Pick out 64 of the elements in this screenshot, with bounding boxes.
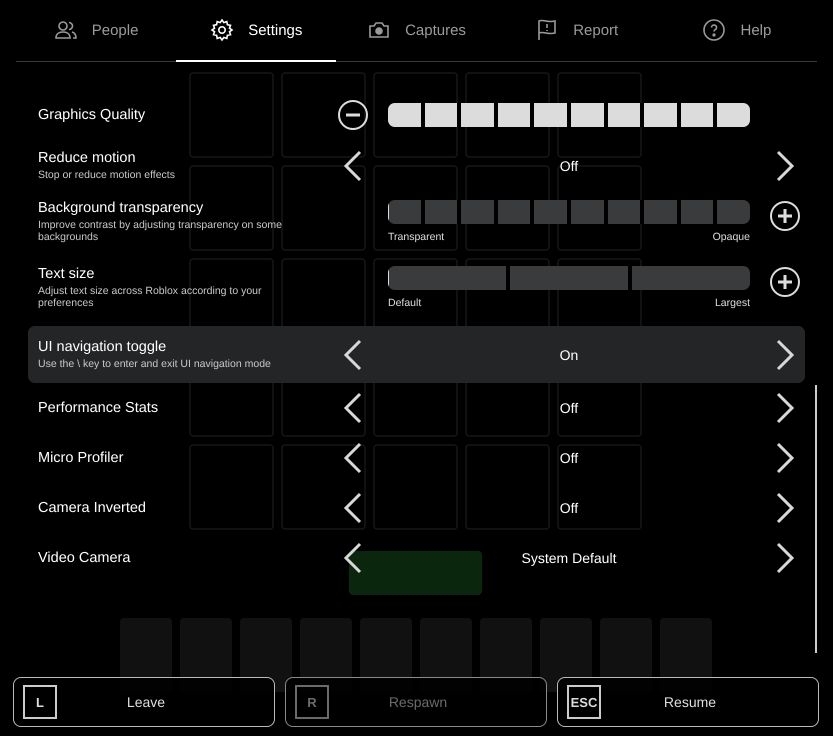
previous-button[interactable] — [342, 442, 364, 474]
increase-button[interactable] — [769, 266, 801, 298]
min-label: Default — [388, 297, 422, 309]
min-label: Transparent — [388, 231, 444, 243]
setting-value: Off — [558, 400, 580, 416]
menu-tab[interactable]: Report — [496, 0, 657, 62]
setting-label: Performance Stats — [38, 400, 160, 416]
max-label: Opaque — [712, 231, 750, 243]
setting-description: Adjust text size across Roblox according to your preferences — [38, 285, 263, 310]
setting-label: Video Camera — [38, 550, 132, 566]
setting-value: Off — [558, 158, 580, 174]
decrease-button[interactable] — [337, 99, 369, 131]
setting-description: Improve contrast by adjusting transparency on some backgrounds — [38, 219, 283, 244]
level-slider[interactable] — [388, 103, 750, 127]
key-hint: ESC — [567, 685, 601, 719]
setting-row[interactable]: Background transparency Improve contrast by adjusting transparency on some backgrounds Transparent Opaque — [28, 194, 805, 260]
next-button[interactable] — [774, 392, 796, 424]
setting-row[interactable]: Graphics Quality — [28, 92, 805, 138]
level-slider[interactable] — [388, 200, 750, 224]
setting-row[interactable]: Text size Adjust text size across Roblox according to your preferences Default Largest — [28, 260, 805, 326]
max-label: Largest — [714, 297, 750, 309]
setting-row[interactable]: Reduce motion Stop or reduce motion effects Off — [28, 138, 805, 194]
next-button[interactable] — [774, 492, 796, 524]
setting-label: Background transparency — [38, 200, 204, 216]
previous-button[interactable] — [342, 392, 364, 424]
setting-value: Off — [558, 450, 580, 466]
setting-description: Stop or reduce motion effects — [38, 169, 176, 182]
setting-row[interactable]: UI navigation toggle Use the \ key to enter and exit UI navigation mode On — [28, 326, 805, 383]
people-icon — [54, 18, 78, 42]
setting-value: System Default — [520, 550, 618, 566]
menu-tab[interactable]: Captures — [336, 0, 497, 62]
setting-label: Graphics Quality — [38, 107, 146, 123]
action-button[interactable]: ESC Resume — [557, 677, 819, 727]
scrollbar[interactable] — [815, 385, 817, 653]
next-button[interactable] — [774, 150, 796, 182]
gear-icon — [210, 18, 234, 42]
key-hint: L — [23, 685, 57, 719]
next-button[interactable] — [774, 442, 796, 474]
previous-button[interactable] — [342, 338, 364, 370]
setting-row[interactable]: Camera Inverted Off — [28, 483, 805, 533]
setting-row[interactable]: Micro Profiler Off — [28, 433, 805, 483]
previous-button[interactable] — [342, 492, 364, 524]
next-button[interactable] — [774, 542, 796, 574]
help-icon — [702, 18, 726, 42]
setting-row[interactable]: Video Camera System Default — [28, 533, 805, 583]
setting-value: Off — [558, 500, 580, 516]
setting-label: Text size — [38, 266, 96, 282]
setting-row[interactable]: Performance Stats Off — [28, 383, 805, 433]
increase-button[interactable] — [769, 200, 801, 232]
setting-label: UI navigation toggle — [38, 338, 168, 355]
setting-value: On — [558, 346, 580, 362]
setting-label: Reduce motion — [38, 150, 137, 166]
menu-tab[interactable]: Help — [656, 0, 818, 62]
setting-label: Micro Profiler — [38, 450, 124, 466]
level-slider[interactable] — [388, 266, 750, 290]
action-button[interactable]: L Leave — [13, 677, 275, 727]
menu-tab[interactable]: People — [16, 0, 176, 62]
next-button[interactable] — [774, 338, 796, 370]
previous-button[interactable] — [342, 150, 364, 182]
setting-label: Camera Inverted — [38, 500, 147, 516]
previous-button[interactable] — [342, 542, 364, 574]
key-hint: R — [295, 685, 329, 719]
setting-description: Use the \ key to enter and exit UI navigation mode — [38, 358, 272, 370]
menu-tab[interactable]: Settings — [176, 0, 336, 62]
